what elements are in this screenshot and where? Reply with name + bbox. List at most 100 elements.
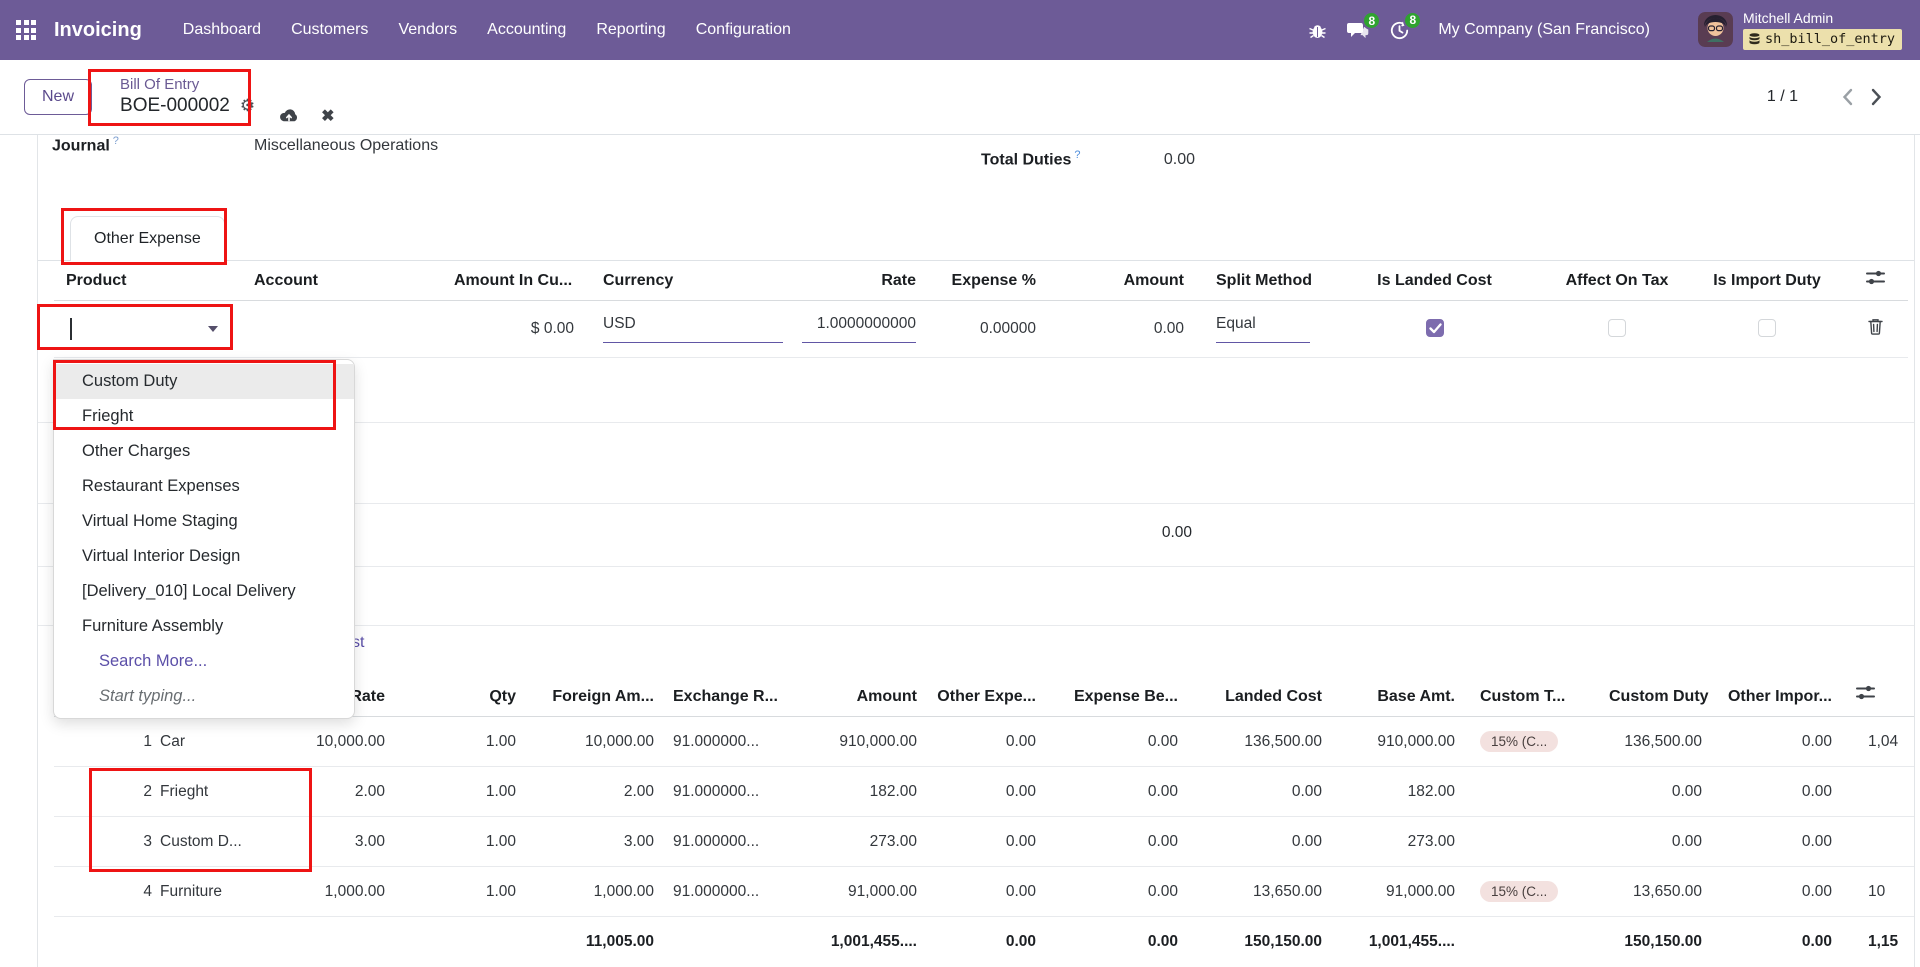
line-expense-bearing[interactable]: 0.00 xyxy=(1044,767,1186,817)
col-currency[interactable]: Currency xyxy=(584,261,794,300)
line-product[interactable]: Frieght xyxy=(156,767,252,817)
dropdown-item-virtual-home-staging[interactable]: Virtual Home Staging xyxy=(54,504,354,539)
line-other-import[interactable]: 0.00 xyxy=(1710,867,1840,917)
line-amount[interactable]: 91,000.00 xyxy=(797,867,925,917)
col-rate[interactable]: Rate xyxy=(794,261,924,300)
line-base-amount[interactable]: 273.00 xyxy=(1330,817,1463,867)
line-row-1[interactable]: 1 Car 10,000.00 1.00 10,000.00 91.000000… xyxy=(54,717,1915,767)
dropdown-item-restaurant-expenses[interactable]: Restaurant Expenses xyxy=(54,469,354,504)
line-foreign-amount[interactable]: 10,000.00 xyxy=(524,717,662,767)
delete-row-trash-icon[interactable] xyxy=(1868,322,1883,339)
line-expense-bearing[interactable]: 0.00 xyxy=(1044,817,1186,867)
dropdown-item-furniture-assembly[interactable]: Furniture Assembly xyxy=(54,609,354,644)
line-product[interactable]: Furniture xyxy=(156,867,252,917)
dropdown-search-more[interactable]: Search More... xyxy=(54,644,354,679)
line-amount[interactable]: 910,000.00 xyxy=(797,717,925,767)
line-row-3[interactable]: 3 Custom D... 3.00 1.00 3.00 91.000000..… xyxy=(54,817,1915,867)
dropdown-item-local-delivery[interactable]: [Delivery_010] Local Delivery xyxy=(54,574,354,609)
line-other-expense[interactable]: 0.00 xyxy=(925,817,1044,867)
journal-value[interactable]: Miscellaneous Operations xyxy=(254,137,438,155)
line-base-amount[interactable]: 182.00 xyxy=(1330,767,1463,817)
affect-on-tax-checkbox[interactable] xyxy=(1608,319,1626,337)
col-is-import-duty[interactable]: Is Import Duty xyxy=(1692,261,1842,300)
nav-menu-reporting[interactable]: Reporting xyxy=(581,13,680,47)
line-exchange-rate[interactable]: 91.000000... xyxy=(662,817,797,867)
tab-other-expense[interactable]: Other Expense xyxy=(70,216,225,261)
new-button[interactable]: New xyxy=(24,79,92,115)
actions-gear-icon[interactable]: ⚙ xyxy=(240,94,255,118)
amount-in-currency-value[interactable]: $ 0.00 xyxy=(449,300,584,357)
custom-tax-badge[interactable]: 15% (C... xyxy=(1480,731,1558,752)
line-landed-cost[interactable]: 0.00 xyxy=(1186,767,1330,817)
col-line-amount[interactable]: Amount xyxy=(797,679,925,717)
line-landed-cost[interactable]: 136,500.00 xyxy=(1186,717,1330,767)
line-exchange-rate[interactable]: 91.000000... xyxy=(662,767,797,817)
amount-value[interactable]: 0.00 xyxy=(1044,300,1192,357)
nav-menu-accounting[interactable]: Accounting xyxy=(472,13,581,47)
dropdown-item-custom-duty[interactable]: Custom Duty xyxy=(54,364,354,399)
line-other-expense[interactable]: 0.00 xyxy=(925,767,1044,817)
product-input[interactable] xyxy=(62,309,236,349)
breadcrumb-model-link[interactable]: Bill Of Entry xyxy=(120,76,255,94)
line-custom-duty[interactable]: 13,650.00 xyxy=(1601,867,1710,917)
nav-menu-customers[interactable]: Customers xyxy=(276,13,383,47)
line-exchange-rate[interactable]: 91.000000... xyxy=(662,717,797,767)
user-menu[interactable]: Mitchell Admin sh_bill_of_entry xyxy=(1698,10,1902,50)
line-expense-bearing[interactable]: 0.00 xyxy=(1044,867,1186,917)
line-other-expense[interactable]: 0.00 xyxy=(925,717,1044,767)
line-other-import[interactable]: 0.00 xyxy=(1710,767,1840,817)
line-landed-cost[interactable]: 0.00 xyxy=(1186,817,1330,867)
col-other-expense[interactable]: Other Expe... xyxy=(925,679,1044,717)
col-is-landed-cost[interactable]: Is Landed Cost xyxy=(1327,261,1542,300)
account-cell[interactable] xyxy=(244,300,449,357)
line-row-4[interactable]: 4 Furniture 1,000.00 1.00 1,000.00 91.00… xyxy=(54,867,1915,917)
app-title[interactable]: Invoicing xyxy=(54,19,142,42)
line-custom-duty[interactable]: 0.00 xyxy=(1601,767,1710,817)
col-base-amount[interactable]: Base Amt. xyxy=(1330,679,1463,717)
optional-columns-icon[interactable] xyxy=(1842,261,1908,300)
nav-menu-configuration[interactable]: Configuration xyxy=(681,13,806,47)
line-rate[interactable]: 2.00 xyxy=(252,767,393,817)
expense-percent-value[interactable]: 0.00000 xyxy=(924,300,1044,357)
pager-previous-icon[interactable] xyxy=(1842,88,1853,106)
rate-field[interactable]: 1.0000000000 xyxy=(802,315,916,343)
save-cloud-icon[interactable] xyxy=(279,108,299,124)
line-base-amount[interactable]: 91,000.00 xyxy=(1330,867,1463,917)
messages-icon[interactable]: 8 xyxy=(1347,20,1369,40)
line-custom-duty[interactable]: 0.00 xyxy=(1601,817,1710,867)
line-other-expense[interactable]: 0.00 xyxy=(925,867,1044,917)
line-foreign-amount[interactable]: 3.00 xyxy=(524,817,662,867)
col-affect-on-tax[interactable]: Affect On Tax xyxy=(1542,261,1692,300)
line-amount[interactable]: 182.00 xyxy=(797,767,925,817)
is-landed-cost-checkbox[interactable] xyxy=(1426,319,1444,337)
optional-columns-icon[interactable] xyxy=(1856,685,1875,705)
line-custom-duty[interactable]: 136,500.00 xyxy=(1601,717,1710,767)
line-qty[interactable]: 1.00 xyxy=(393,867,524,917)
line-qty[interactable]: 1.00 xyxy=(393,767,524,817)
apps-menu-icon[interactable] xyxy=(16,20,36,40)
discard-x-icon[interactable]: ✖ xyxy=(321,106,334,126)
line-expense-bearing[interactable]: 0.00 xyxy=(1044,717,1186,767)
col-expense-bearing[interactable]: Expense Be... xyxy=(1044,679,1186,717)
line-exchange-rate[interactable]: 91.000000... xyxy=(662,867,797,917)
col-custom-duty[interactable]: Custom Duty xyxy=(1601,679,1710,717)
line-row-2[interactable]: 2 Frieght 2.00 1.00 2.00 91.000000... 18… xyxy=(54,767,1915,817)
custom-tax-badge[interactable]: 15% (C... xyxy=(1480,881,1558,902)
line-product[interactable]: Custom D... xyxy=(156,817,252,867)
col-account[interactable]: Account xyxy=(244,261,449,300)
col-exchange-rate[interactable]: Exchange R... xyxy=(662,679,797,717)
line-foreign-amount[interactable]: 2.00 xyxy=(524,767,662,817)
split-method-field[interactable]: Equal xyxy=(1216,315,1310,343)
dropdown-item-other-charges[interactable]: Other Charges xyxy=(54,434,354,469)
col-custom-tax[interactable]: Custom T... xyxy=(1463,679,1601,717)
line-landed-cost[interactable]: 13,650.00 xyxy=(1186,867,1330,917)
col-split-method[interactable]: Split Method xyxy=(1192,261,1327,300)
line-product[interactable]: Car xyxy=(156,717,252,767)
line-rate[interactable]: 1,000.00 xyxy=(252,867,393,917)
line-qty[interactable]: 1.00 xyxy=(393,817,524,867)
col-amount[interactable]: Amount xyxy=(1044,261,1192,300)
col-product[interactable]: Product xyxy=(54,261,244,300)
col-landed-cost[interactable]: Landed Cost xyxy=(1186,679,1330,717)
dropdown-item-frieght[interactable]: Frieght xyxy=(54,399,354,434)
line-foreign-amount[interactable]: 1,000.00 xyxy=(524,867,662,917)
